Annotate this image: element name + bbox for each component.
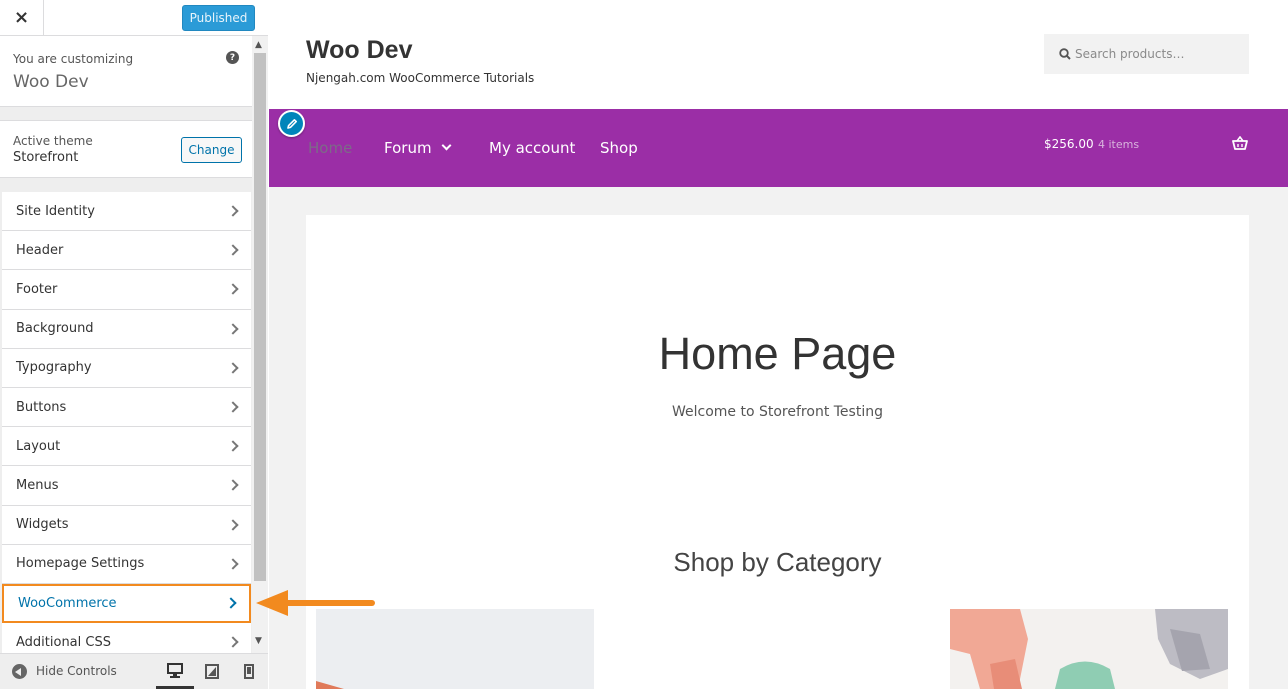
primary-navigation: Home Forum My account Shop $256.00 4 ite… — [269, 109, 1288, 187]
customizing-info: You are customizing Woo Dev ? — [0, 36, 252, 107]
section-header[interactable]: Header — [2, 231, 251, 271]
site-title[interactable]: Woo Dev — [306, 36, 413, 65]
sidebar-panel: You are customizing Woo Dev ? Active the… — [0, 36, 252, 653]
section-label: Widgets — [16, 517, 69, 533]
section-layout[interactable]: Layout — [2, 427, 251, 467]
customizer-sections: Site Identity Header Footer Background T… — [2, 192, 251, 653]
cart-total[interactable]: $256.00 — [1044, 137, 1094, 151]
tablet-icon — [205, 664, 219, 679]
section-label: Typography — [16, 360, 92, 376]
section-background[interactable]: Background — [2, 309, 251, 349]
chevron-right-icon — [227, 362, 239, 374]
page-content: Home Page Welcome to Storefront Testing … — [306, 215, 1249, 689]
section-label: Footer — [16, 281, 58, 297]
section-label: WooCommerce — [18, 595, 117, 611]
chevron-right-icon — [227, 244, 239, 256]
cart-count[interactable]: 4 items — [1098, 138, 1139, 151]
section-label: Header — [16, 242, 64, 258]
sidebar-scrollbar[interactable]: ▲ ▼ — [252, 36, 268, 653]
section-label: Site Identity — [16, 203, 95, 219]
category-image[interactable] — [633, 609, 911, 689]
page-title: Home Page — [658, 328, 897, 379]
category-image[interactable] — [316, 609, 594, 689]
close-icon: × — [13, 7, 30, 28]
active-theme-section: Active theme Storefront Change — [0, 120, 252, 178]
chevron-right-icon — [227, 205, 239, 217]
product-search — [1044, 34, 1249, 74]
chevron-right-icon — [227, 479, 239, 492]
section-footer[interactable]: Footer — [2, 270, 251, 310]
customizing-site-name: Woo Dev — [13, 72, 89, 92]
nav-item-shop[interactable]: Shop — [600, 139, 638, 157]
chevron-down-icon[interactable] — [441, 140, 452, 151]
scroll-up-icon[interactable]: ▲ — [255, 40, 262, 50]
chevron-right-icon — [227, 322, 239, 335]
chevron-right-icon — [227, 558, 239, 570]
section-label: Background — [16, 321, 94, 337]
section-label: Buttons — [16, 399, 67, 415]
section-additional-css[interactable]: Additional CSS — [2, 623, 251, 653]
section-widgets[interactable]: Widgets — [2, 505, 251, 545]
arrow-left-icon — [256, 590, 375, 616]
edit-menu-shortcut[interactable] — [278, 110, 305, 137]
nav-item-home[interactable]: Home — [308, 139, 352, 157]
chevron-right-icon — [227, 518, 239, 531]
pencil-icon — [286, 118, 297, 129]
scroll-down-icon[interactable]: ▼ — [255, 636, 262, 646]
site-preview: Woo Dev Njengah.com WooCommerce Tutorial… — [269, 0, 1288, 689]
collapse-icon[interactable] — [12, 664, 27, 679]
desktop-icon — [167, 662, 183, 678]
preview-mobile-button[interactable] — [230, 654, 268, 689]
nav-item-my-account[interactable]: My account — [489, 139, 575, 157]
hide-controls-button[interactable]: Hide Controls — [36, 664, 117, 678]
active-theme-label: Active theme — [13, 134, 93, 148]
section-label: Additional CSS — [16, 634, 111, 650]
chevron-right-icon — [227, 283, 239, 296]
chevron-right-icon — [227, 636, 239, 648]
preview-tablet-button[interactable] — [193, 654, 231, 689]
section-label: Menus — [16, 477, 59, 493]
preview-desktop-button[interactable] — [156, 654, 194, 689]
page-subtitle: Welcome to Storefront Testing — [672, 404, 883, 420]
chevron-right-icon — [227, 440, 239, 452]
section-label: Layout — [16, 438, 61, 454]
search-input[interactable] — [1075, 39, 1245, 69]
site-tagline: Njengah.com WooCommerce Tutorials — [306, 71, 535, 85]
sidebar-header: × Published — [0, 0, 268, 36]
scrollbar-thumb[interactable] — [254, 53, 266, 581]
nav-item-forum[interactable]: Forum — [384, 139, 432, 157]
publish-button[interactable]: Published — [182, 5, 255, 31]
category-image[interactable] — [950, 609, 1228, 689]
close-button[interactable]: × — [0, 0, 44, 35]
active-theme-name: Storefront — [13, 150, 79, 165]
section-woocommerce[interactable]: WooCommerce — [2, 583, 251, 624]
section-buttons[interactable]: Buttons — [2, 387, 251, 428]
sidebar-footer: Hide Controls — [0, 653, 268, 689]
search-icon — [1059, 48, 1071, 60]
customizer-sidebar: × Published You are customizing Woo Dev … — [0, 0, 268, 689]
section-homepage-settings[interactable]: Homepage Settings — [2, 544, 251, 584]
section-menus[interactable]: Menus — [2, 466, 251, 506]
chevron-right-icon — [225, 597, 237, 610]
section-site-identity[interactable]: Site Identity — [2, 192, 251, 232]
shop-by-category-heading: Shop by Category — [673, 547, 882, 577]
section-typography[interactable]: Typography — [2, 348, 251, 388]
chevron-right-icon — [227, 401, 239, 413]
customizing-label: You are customizing — [13, 52, 134, 66]
mobile-icon — [244, 664, 254, 679]
help-icon[interactable]: ? — [226, 51, 239, 64]
basket-icon[interactable] — [1232, 136, 1248, 150]
section-label: Homepage Settings — [16, 556, 145, 572]
change-theme-button[interactable]: Change — [181, 137, 242, 163]
